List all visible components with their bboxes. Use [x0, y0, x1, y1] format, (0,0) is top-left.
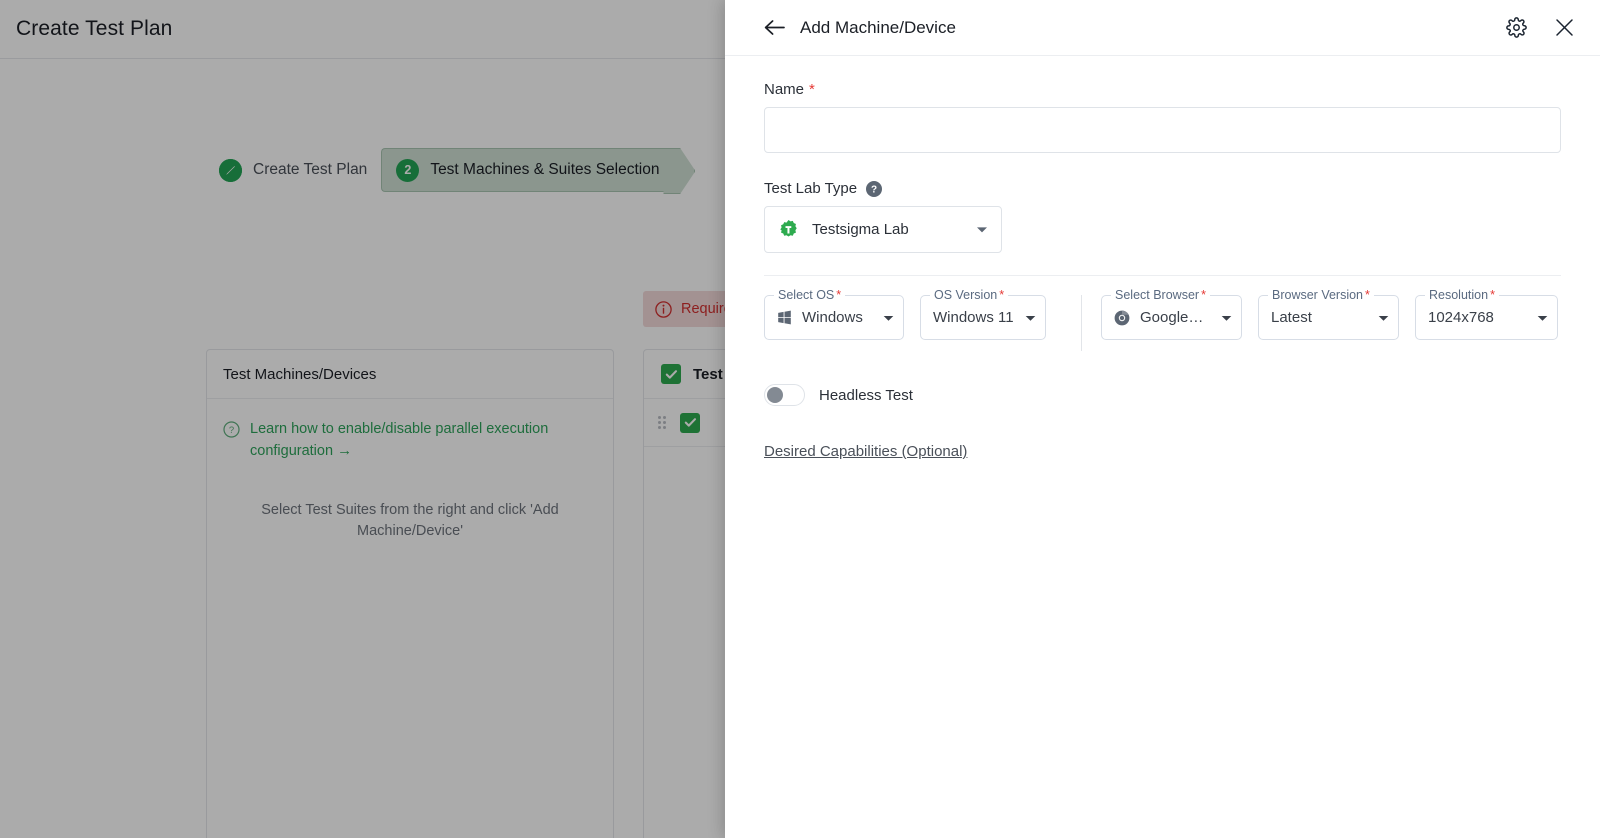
select-os-value: Windows — [802, 309, 863, 326]
resolution-value: 1024x768 — [1428, 309, 1494, 326]
desired-capabilities-link[interactable]: Desired Capabilities (Optional) — [764, 443, 967, 460]
test-lab-type-value: Testsigma Lab — [812, 221, 909, 238]
panel-body: Name * Test Lab Type ? Testsigma Lab Sel… — [725, 56, 1600, 461]
required-asterisk: * — [1365, 287, 1370, 302]
test-lab-type-select[interactable]: Testsigma Lab — [764, 206, 1002, 253]
toggle-knob — [767, 387, 783, 403]
machine-config-row: Select OS * Windows OS Version * Windows… — [764, 288, 1561, 351]
group-divider — [1081, 295, 1082, 351]
chevron-down-icon — [1015, 309, 1036, 327]
test-lab-type-label: Test Lab Type ? — [764, 180, 1561, 197]
headless-test-toggle[interactable] — [764, 384, 805, 406]
required-asterisk: * — [836, 287, 842, 302]
headless-test-label: Headless Test — [819, 386, 913, 404]
add-machine-device-panel: Add Machine/Device Name * Test Lab Type … — [725, 0, 1600, 838]
section-divider — [764, 275, 1561, 276]
chrome-icon — [1114, 310, 1130, 326]
resolution-legend: Resolution * — [1425, 288, 1499, 302]
browser-version-legend: Browser Version * — [1268, 288, 1374, 302]
testsigma-logo-icon — [778, 219, 799, 240]
browser-version-value: Latest — [1271, 309, 1312, 326]
back-arrow-icon[interactable] — [764, 19, 785, 36]
required-asterisk: * — [999, 287, 1005, 302]
select-os-dropdown[interactable]: Select OS * Windows — [764, 288, 904, 340]
select-browser-value: Google… — [1140, 309, 1204, 326]
os-version-legend-text: OS Version — [934, 288, 998, 302]
chevron-down-icon — [873, 309, 894, 327]
os-version-legend: OS Version * — [930, 287, 1009, 302]
select-browser-dropdown[interactable]: Select Browser * Google… — [1101, 288, 1242, 340]
select-os-legend: Select OS * — [774, 287, 846, 302]
select-browser-legend: Select Browser * — [1111, 288, 1210, 302]
chevron-down-icon — [976, 221, 988, 239]
os-version-dropdown[interactable]: OS Version * Windows 11 — [920, 288, 1046, 340]
chevron-down-icon — [1211, 309, 1232, 327]
browser-version-legend-text: Browser Version — [1272, 288, 1364, 302]
name-label-text: Name — [764, 81, 805, 98]
required-asterisk: * — [1490, 287, 1495, 302]
svg-text:?: ? — [871, 184, 877, 195]
test-lab-type-label-text: Test Lab Type — [764, 180, 858, 197]
select-os-legend-text: Select OS — [778, 288, 835, 302]
name-field-label: Name * — [764, 81, 1561, 98]
panel-header: Add Machine/Device — [725, 0, 1600, 56]
help-circle-icon[interactable]: ? — [866, 180, 883, 197]
headless-test-row: Headless Test — [764, 384, 1561, 406]
app-root: Create Test Plan Create Test Plan 2 Test… — [0, 0, 1600, 838]
required-asterisk: * — [1201, 287, 1206, 302]
chevron-down-icon — [1527, 309, 1548, 327]
select-browser-legend-text: Select Browser — [1115, 288, 1200, 302]
panel-title: Add Machine/Device — [800, 17, 956, 37]
resolution-legend-text: Resolution — [1429, 288, 1489, 302]
chevron-down-icon — [1368, 309, 1389, 327]
resolution-dropdown[interactable]: Resolution * 1024x768 — [1415, 288, 1558, 340]
browser-version-dropdown[interactable]: Browser Version * Latest — [1258, 288, 1399, 340]
required-asterisk: * — [809, 81, 815, 98]
modal-scrim[interactable] — [0, 0, 725, 838]
os-version-value: Windows 11 — [933, 309, 1014, 326]
windows-icon — [777, 310, 792, 325]
close-icon[interactable] — [1555, 18, 1574, 37]
gear-icon[interactable] — [1506, 17, 1527, 38]
name-input[interactable] — [764, 107, 1561, 153]
